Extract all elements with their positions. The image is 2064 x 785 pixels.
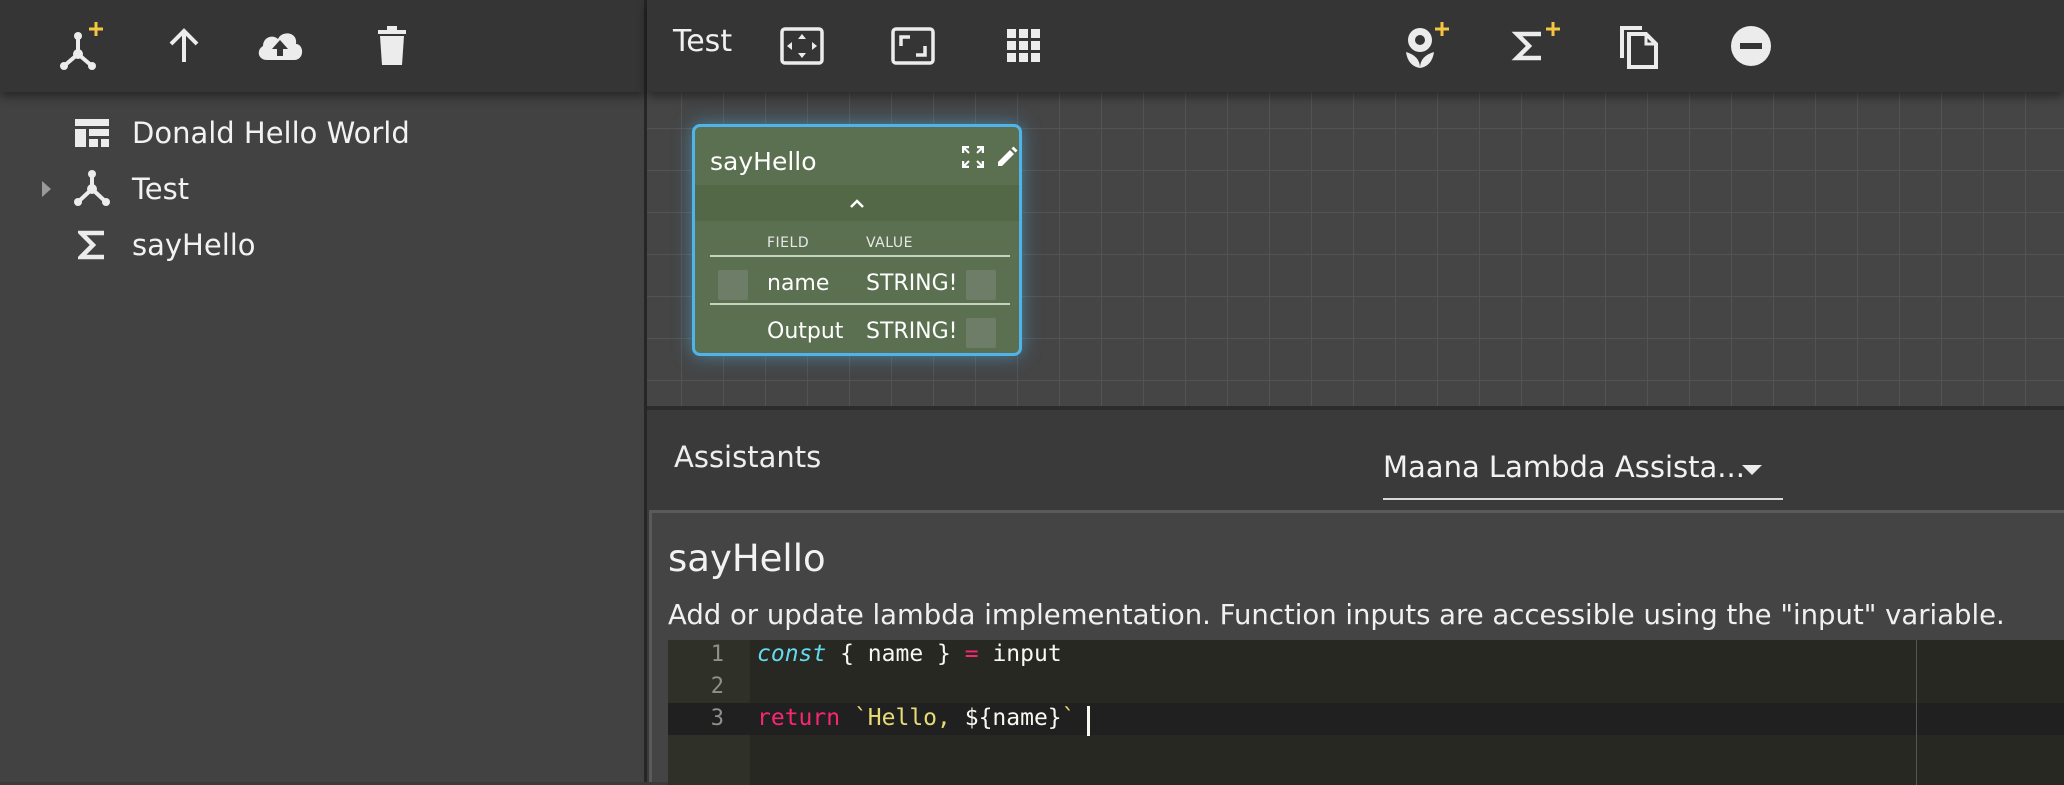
function-node[interactable]: sayHello FIELD VALUE name STRING! Output…: [692, 124, 1022, 356]
dropdown-arrow-icon: [1741, 464, 1763, 476]
value-column-header: VALUE: [866, 235, 913, 251]
output-port[interactable]: [966, 270, 996, 300]
operator-token: =: [964, 641, 979, 667]
sidebar: Donald Hello World Test sayHello: [0, 0, 644, 782]
graph-canvas[interactable]: sayHello FIELD VALUE name STRING! Output…: [647, 92, 2064, 410]
field-name: name: [767, 271, 830, 296]
field-name: Output: [767, 319, 844, 344]
graph-toolbar: Test: [647, 0, 2064, 92]
code-line: return `Hello, ${name}`: [757, 705, 1076, 731]
function-description: Add or update lambda implementation. Fun…: [668, 599, 2005, 631]
tree-item-label: Donald Hello World: [132, 116, 410, 150]
remove-button[interactable]: [1721, 16, 1781, 76]
text-cursor: [1087, 706, 1090, 736]
move-up-button[interactable]: [154, 16, 214, 76]
add-graph-button[interactable]: [48, 16, 108, 76]
code-token: { name }: [826, 641, 965, 667]
dashboard-icon: [72, 113, 112, 153]
add-graph-icon: [48, 16, 108, 76]
template-token: ${name}: [964, 705, 1062, 731]
grid-icon: [1006, 28, 1042, 64]
chevron-up-icon: [848, 197, 866, 209]
fit-to-screen-button[interactable]: [772, 16, 832, 76]
node-row-divider: [710, 303, 1010, 305]
trash-icon: [374, 25, 410, 67]
remove-icon: [1729, 24, 1773, 68]
cloud-upload-icon: [254, 26, 306, 66]
print-margin: [1916, 640, 1917, 785]
grid-button[interactable]: [994, 16, 1054, 76]
tree-item-label: Test: [132, 172, 190, 206]
copy-icon: [1616, 22, 1660, 70]
collapse-node-button[interactable]: [695, 185, 1019, 221]
node-title: sayHello: [710, 147, 817, 176]
string-token: `: [1061, 705, 1076, 731]
graph-title: Test: [673, 24, 733, 59]
code-token: input: [978, 641, 1062, 667]
fullscreen-button[interactable]: [883, 16, 943, 76]
sidebar-toolbar: [0, 0, 644, 92]
line-number: 2: [710, 674, 724, 699]
lambda-editor-panel: sayHello Add or update lambda implementa…: [649, 510, 2064, 785]
tree-item-donald-hello-world[interactable]: Donald Hello World: [0, 107, 644, 159]
upload-button[interactable]: [250, 16, 310, 76]
tree-item-label: sayHello: [132, 228, 256, 262]
input-port[interactable]: [718, 270, 748, 300]
function-title: sayHello: [668, 537, 826, 580]
keyword-token: return: [757, 705, 841, 731]
string-token: `Hello,: [840, 705, 965, 731]
line-number: 1: [710, 642, 724, 667]
field-type: STRING!: [866, 271, 958, 296]
add-service-icon: [1396, 18, 1452, 74]
tree-item-sayhello[interactable]: sayHello: [0, 219, 644, 271]
edit-pencil-icon[interactable]: [992, 142, 1022, 172]
code-editor[interactable]: 1 2 3 const { name } = input return `Hel…: [668, 640, 2064, 785]
add-function-icon: [1507, 18, 1563, 74]
line-number: 3: [710, 706, 724, 731]
main-pane: Test sayHello FIELD VALUE name STRING! O…: [647, 0, 2064, 785]
field-type: STRING!: [866, 319, 958, 344]
add-service-button[interactable]: [1394, 16, 1454, 76]
delete-button[interactable]: [362, 16, 422, 76]
sigma-icon: [72, 225, 112, 265]
node-header-divider: [710, 255, 1010, 257]
tree-item-test[interactable]: Test: [0, 163, 644, 215]
expand-node-icon[interactable]: [958, 142, 988, 172]
assistants-bar: Assistants Maana Lambda Assista...: [647, 410, 2064, 510]
expand-caret-icon[interactable]: [38, 177, 54, 201]
assistants-label: Assistants: [674, 440, 822, 474]
fit-to-screen-icon: [779, 26, 825, 66]
keyword-token: const: [757, 641, 827, 667]
fullscreen-icon: [890, 26, 936, 66]
copy-button[interactable]: [1608, 16, 1668, 76]
arrow-up-icon: [164, 26, 204, 66]
field-column-header: FIELD: [767, 235, 810, 251]
code-line: const { name } = input: [757, 641, 1062, 667]
output-port[interactable]: [966, 318, 996, 348]
assistant-select[interactable]: Maana Lambda Assista...: [1383, 434, 1783, 500]
graph-icon: [72, 169, 112, 209]
assistant-select-value: Maana Lambda Assista...: [1383, 450, 1745, 484]
add-function-button[interactable]: [1505, 16, 1565, 76]
